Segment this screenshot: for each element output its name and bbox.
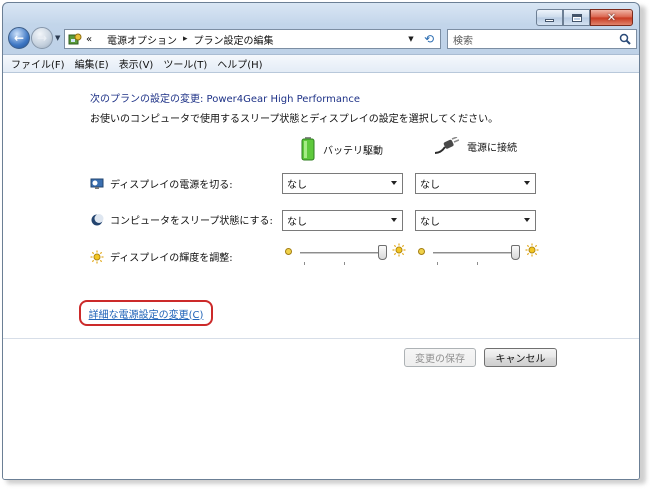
back-button[interactable]: ←: [8, 27, 30, 49]
plan-title: 次のプランの設定の変更: Power4Gear High Performance: [90, 94, 360, 105]
battery-icon: [301, 137, 315, 161]
advanced-settings-link[interactable]: 詳細な電源設定の変更(C): [89, 306, 204, 321]
menu-file[interactable]: ファイル(F): [11, 56, 65, 71]
menu-help[interactable]: ヘルプ(H): [217, 56, 262, 71]
display-off-battery-value: なし: [287, 180, 307, 191]
display-icon: [90, 177, 104, 191]
save-changes-button[interactable]: 変更の保存: [404, 348, 476, 367]
sleep-ac-value: なし: [420, 217, 440, 228]
sleep-row: コンピュータをスリープ状態にする:: [90, 212, 273, 227]
nav-buttons: ← → ▼: [8, 27, 60, 49]
forward-button[interactable]: →: [31, 27, 53, 49]
battery-column-header: バッテリ駆動: [301, 137, 383, 161]
bright-sun-icon: [392, 243, 406, 257]
address-bar[interactable]: « 電源オプション ▸ プラン設定の編集 ▼ ⟲: [64, 29, 441, 49]
content-pane: 次のプランの設定の変更: Power4Gear High Performance…: [3, 73, 639, 479]
close-icon: ✕: [606, 11, 617, 24]
address-separator-space: [98, 34, 101, 44]
chevron-down-icon: [524, 218, 530, 222]
ac-column-header: 電源に接続: [433, 137, 517, 155]
display-off-battery-select[interactable]: なし: [282, 173, 403, 194]
brightness-battery-slider[interactable]: [284, 243, 406, 265]
dim-sun-icon: [418, 248, 425, 255]
forward-arrow-icon: →: [36, 31, 48, 45]
brightness-ac-slider[interactable]: [417, 243, 539, 265]
control-panel-icon: [68, 33, 82, 45]
menu-view[interactable]: 表示(V): [119, 56, 154, 71]
footer-divider: [3, 338, 639, 339]
slider-thumb[interactable]: [510, 245, 520, 260]
maximize-button[interactable]: [563, 9, 590, 26]
sleep-battery-select[interactable]: なし: [282, 210, 403, 231]
brightness-row: ディスプレイの輝度を調整:: [90, 249, 233, 264]
address-dropdown-icon[interactable]: ▼: [404, 30, 418, 48]
caption-buttons: ✕: [536, 9, 633, 26]
slider-tick: [344, 262, 345, 265]
slider-tick: [437, 262, 438, 265]
ac-plug-icon: [434, 137, 459, 154]
ac-column-label: 電源に接続: [467, 142, 517, 154]
advanced-settings-highlight: 詳細な電源設定の変更(C): [79, 300, 213, 326]
chevron-down-icon: [391, 218, 397, 222]
search-box[interactable]: 検索: [447, 29, 637, 49]
minimize-icon: [545, 19, 554, 22]
menu-tools[interactable]: ツール(T): [163, 56, 207, 71]
sleep-moon-icon: [90, 213, 104, 227]
address-prefix[interactable]: «: [86, 34, 92, 45]
slider-tick: [477, 262, 478, 265]
cancel-button[interactable]: キャンセル: [484, 348, 557, 367]
brightness-sun-icon: [90, 250, 104, 264]
bright-sun-icon: [525, 243, 539, 257]
breadcrumb-arrow-icon[interactable]: ▸: [183, 34, 188, 44]
slider-track: [433, 252, 515, 254]
recent-pages-dropdown-icon[interactable]: ▼: [55, 34, 60, 42]
back-arrow-icon: ←: [13, 31, 25, 45]
minimize-button[interactable]: [536, 9, 563, 26]
chevron-down-icon: [391, 181, 397, 185]
refresh-icon[interactable]: ⟲: [420, 31, 438, 47]
plan-description: お使いのコンピュータで使用するスリープ状態とディスプレイの設定を選択してください…: [90, 114, 499, 125]
slider-thumb[interactable]: [377, 245, 387, 260]
dim-sun-icon: [285, 248, 292, 255]
slider-tick: [304, 262, 305, 265]
menu-bar: ファイル(F) 編集(E) 表示(V) ツール(T) ヘルプ(H): [3, 54, 639, 73]
address-segment-power-options[interactable]: 電源オプション: [107, 32, 177, 47]
explorer-window: ✕ ← → ▼ « 電源オプション ▸ プラン設定の編集 ▼ ⟲ 検索 ファイル…: [2, 2, 640, 480]
display-off-ac-value: なし: [420, 180, 440, 191]
sleep-battery-value: なし: [287, 217, 307, 228]
address-segment-edit-plan[interactable]: プラン設定の編集: [194, 32, 274, 47]
sleep-ac-select[interactable]: なし: [415, 210, 536, 231]
chevron-down-icon: [524, 181, 530, 185]
search-placeholder: 検索: [453, 35, 473, 47]
display-off-ac-select[interactable]: なし: [415, 173, 536, 194]
close-button[interactable]: ✕: [590, 9, 633, 26]
battery-column-label: バッテリ駆動: [323, 145, 383, 157]
display-off-row: ディスプレイの電源を切る:: [90, 176, 233, 191]
search-icon[interactable]: [618, 32, 632, 46]
sleep-label: コンピュータをスリープ状態にする:: [110, 216, 273, 227]
brightness-label: ディスプレイの輝度を調整:: [110, 253, 233, 264]
slider-track: [300, 252, 382, 254]
maximize-icon: [571, 13, 582, 22]
display-off-label: ディスプレイの電源を切る:: [110, 180, 233, 191]
menu-edit[interactable]: 編集(E): [75, 56, 109, 71]
